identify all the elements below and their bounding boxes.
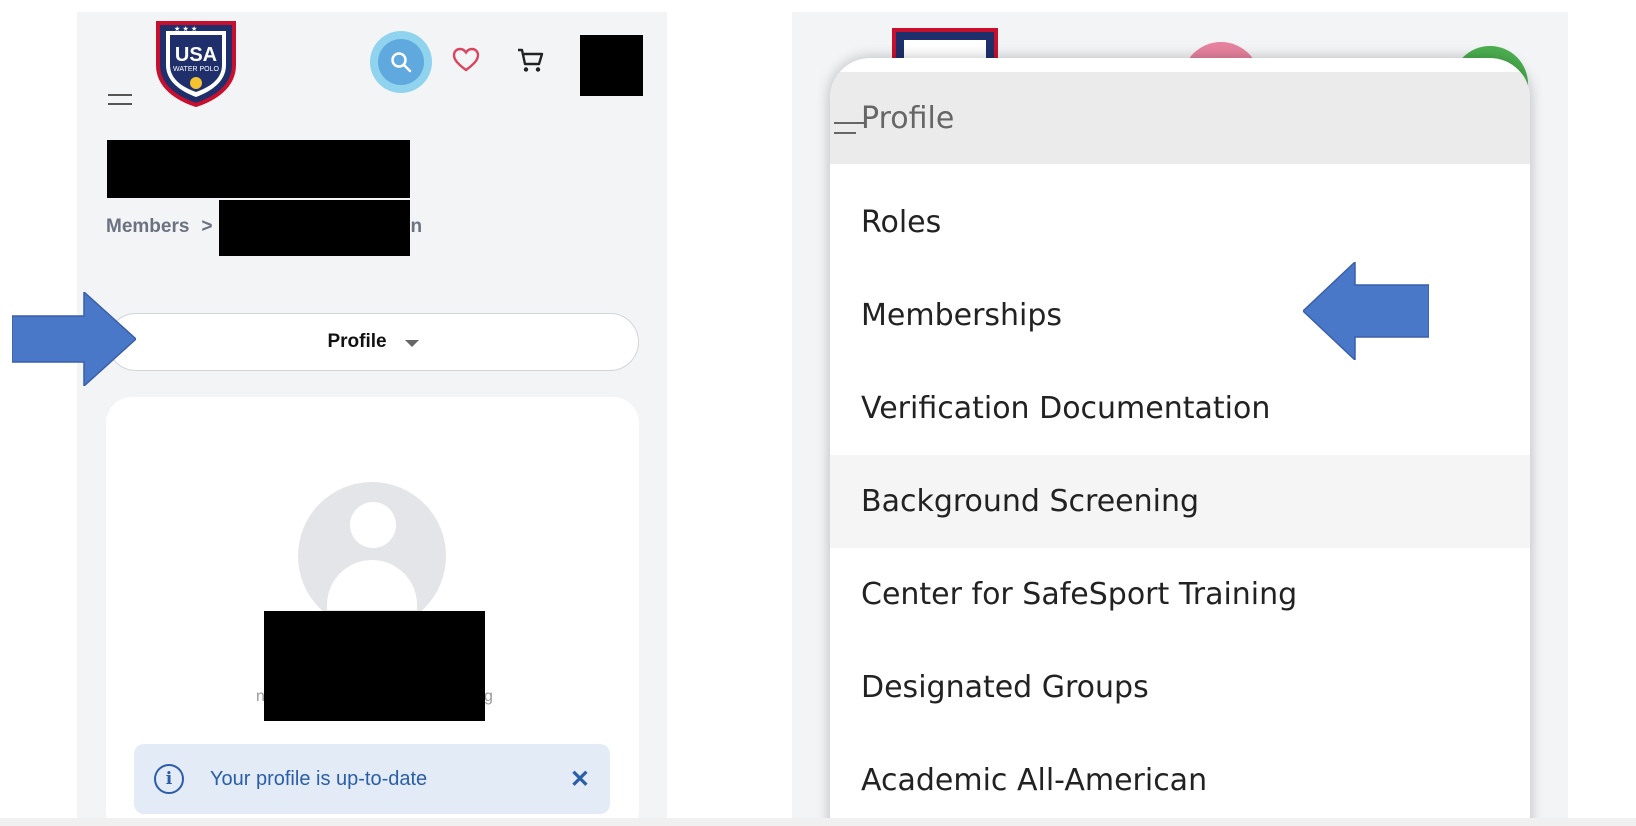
redacted-member-name — [107, 140, 410, 198]
usa-water-polo-logo[interactable]: ★ ★ ★ USA WATER POLO — [152, 17, 240, 108]
hamburger-icon[interactable] — [108, 92, 132, 108]
menu-header[interactable]: Profile — [830, 72, 1530, 164]
menu-item-safesport-training[interactable]: Center for SafeSport Training — [830, 548, 1530, 641]
arrow-right-annotation — [12, 292, 136, 386]
alert-message: Your profile is up-to-date — [210, 767, 428, 790]
left-panel: ★ ★ ★ USA WATER POLO Members > n Profile… — [77, 12, 667, 826]
caret-down-icon — [404, 339, 419, 347]
profile-status-alert: i Your profile is up-to-date ✕ — [134, 744, 610, 814]
cart-icon[interactable] — [515, 45, 545, 75]
info-icon: i — [154, 764, 184, 794]
heart-icon[interactable] — [452, 47, 480, 73]
breadcrumb-separator: > — [201, 216, 213, 237]
menu-item-roles[interactable]: Roles — [830, 176, 1530, 269]
right-panel: Profile Roles Memberships Verification D… — [792, 12, 1568, 826]
menu-item-background-screening[interactable]: Background Screening — [830, 455, 1530, 548]
profile-dropdown-menu: Profile Roles Memberships Verification D… — [830, 58, 1530, 826]
breadcrumb-members-link[interactable]: Members — [106, 216, 189, 238]
redacted-breadcrumb-name — [219, 200, 410, 256]
card-text-fragment-right: g — [484, 688, 493, 705]
menu-item-verification-documentation[interactable]: Verification Documentation — [830, 362, 1530, 455]
menu-item-academic-all-american[interactable]: Academic All-American — [830, 734, 1530, 826]
redacted-profile-info — [264, 611, 485, 721]
profile-section-select[interactable]: Profile — [107, 313, 639, 371]
svg-text:★ ★ ★: ★ ★ ★ — [174, 25, 197, 33]
screenshot-stage: ★ ★ ★ USA WATER POLO Members > n Profile… — [0, 0, 1636, 826]
menu-header-title: Profile — [861, 100, 955, 136]
hamburger-icon — [834, 120, 864, 140]
profile-card: n g i Your profile is up-to-date ✕ — [106, 397, 639, 826]
profile-select-label: Profile — [327, 331, 387, 352]
close-icon[interactable]: ✕ — [570, 765, 590, 794]
redacted-avatar — [580, 35, 643, 96]
user-placeholder-icon — [298, 482, 446, 630]
bottom-edge-strip — [0, 818, 1636, 826]
breadcrumb-tail: n — [410, 216, 423, 237]
menu-item-designated-groups[interactable]: Designated Groups — [830, 641, 1530, 734]
logo-text-usa: USA — [175, 44, 217, 66]
logo-text-water-polo: WATER POLO — [173, 66, 219, 73]
search-icon — [391, 52, 412, 73]
arrow-left-annotation — [1303, 262, 1429, 360]
search-button[interactable] — [370, 31, 432, 93]
